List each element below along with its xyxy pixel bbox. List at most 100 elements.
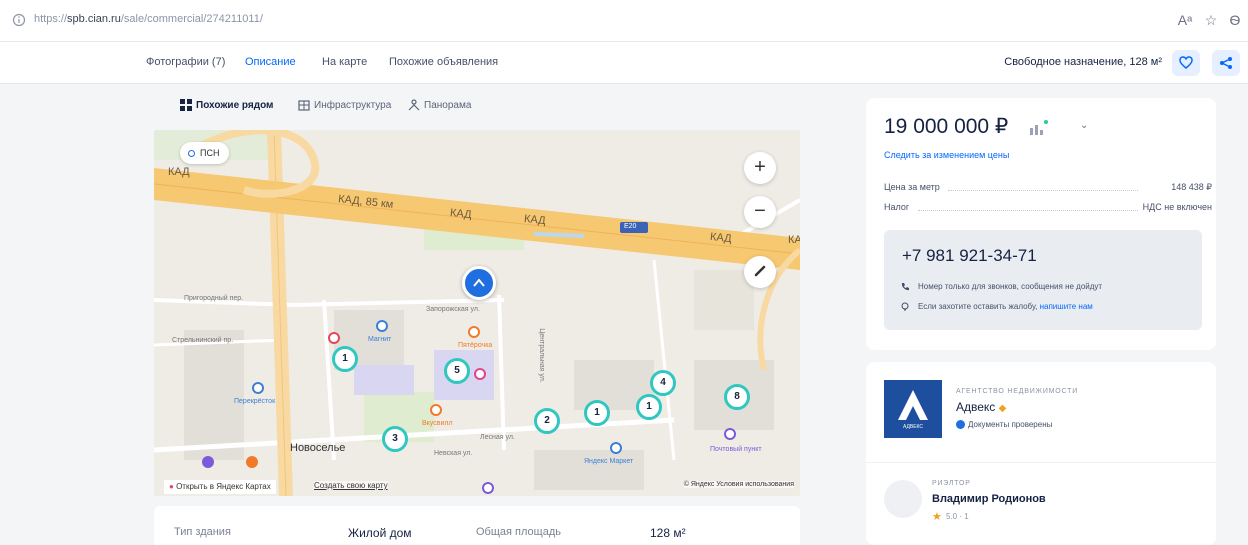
road-label: КАД bbox=[709, 230, 733, 246]
tab-similar[interactable]: Похожие объявления bbox=[389, 56, 498, 68]
shield-icon: ◆ bbox=[998, 403, 1007, 414]
open-in-yandex-link[interactable]: ● Открыть в Яндекс Картах bbox=[164, 480, 276, 494]
radio-icon bbox=[188, 150, 195, 157]
road-label: КАД bbox=[449, 206, 473, 222]
share-icon bbox=[1220, 57, 1232, 69]
lightbulb-icon bbox=[901, 302, 909, 311]
spec-label: Тип здания bbox=[174, 526, 231, 538]
chevron-down-icon[interactable]: ⌄ bbox=[1080, 120, 1088, 131]
agency-logo[interactable]: АДВЕКС bbox=[884, 380, 942, 438]
filter-chip-psn[interactable]: ПСН bbox=[180, 142, 230, 164]
poi-marker[interactable] bbox=[724, 428, 736, 440]
reader-icon[interactable]: Aᵃ bbox=[1176, 11, 1194, 29]
listing-cluster[interactable]: 8 bbox=[724, 384, 750, 410]
tab-description[interactable]: Описание bbox=[245, 56, 296, 68]
realtor-avatar[interactable] bbox=[884, 480, 922, 518]
zoom-out-button[interactable]: − bbox=[744, 196, 776, 228]
listing-cluster[interactable]: 2 bbox=[534, 408, 560, 434]
zoom-in-button[interactable]: + bbox=[744, 152, 776, 184]
write-to-us-link[interactable]: напишите нам bbox=[1040, 302, 1093, 311]
create-own-map-link[interactable]: Создать свою карту bbox=[314, 481, 388, 490]
poi-marker[interactable] bbox=[474, 368, 486, 380]
district-label: Новоселье bbox=[290, 442, 346, 454]
open-in-yandex-label: Открыть в Яндекс Картах bbox=[176, 482, 271, 491]
map-pin-icon: ● bbox=[169, 482, 174, 491]
calls-only-note: Номер только для звонков, сообщения не д… bbox=[918, 282, 1103, 291]
map-base bbox=[154, 130, 800, 496]
grid-icon bbox=[180, 99, 192, 111]
agency-name-text: Адвекс bbox=[956, 400, 996, 414]
listing-cluster[interactable]: 1 bbox=[584, 400, 610, 426]
favorite-button[interactable] bbox=[1172, 50, 1200, 76]
poi-marker[interactable] bbox=[468, 326, 480, 338]
road-label: КАД bbox=[788, 234, 800, 246]
poi-marker[interactable] bbox=[328, 332, 340, 344]
building-specs: Тип здания Жилой дом Общая площадь 128 м… bbox=[154, 506, 800, 545]
poi-marker[interactable] bbox=[252, 382, 264, 394]
layer-panorama[interactable]: Панорама bbox=[424, 100, 471, 111]
poi-marker[interactable] bbox=[246, 456, 258, 468]
map-terms-link[interactable]: © Яндекс Условия использования bbox=[683, 481, 794, 488]
follow-price-link[interactable]: Следить за изменением цены bbox=[884, 150, 1009, 160]
ruler-button[interactable] bbox=[744, 256, 776, 288]
street-label: Запорожская ул. bbox=[426, 306, 480, 313]
realtor-rating: 5.0 · 1 bbox=[946, 512, 969, 521]
row-label: Цена за метр bbox=[884, 182, 940, 192]
poi-label: Вкусвилл bbox=[422, 420, 453, 427]
price-history-icon[interactable] bbox=[1028, 120, 1048, 136]
row-label: Налог bbox=[884, 202, 910, 212]
listing-cluster[interactable]: 1 bbox=[636, 394, 662, 420]
agency-name[interactable]: Адвекс ◆ bbox=[956, 400, 1006, 414]
filter-chip-label: ПСН bbox=[200, 148, 220, 158]
tab-photos[interactable]: Фотографии (7) bbox=[146, 56, 225, 68]
poi-marker[interactable] bbox=[430, 404, 442, 416]
listing-cluster[interactable]: 3 bbox=[382, 426, 408, 452]
listing-cluster[interactable]: 5 bbox=[444, 358, 470, 384]
street-label: Стрельнинский пр. bbox=[172, 337, 234, 344]
poi-label: Пятёрочка bbox=[458, 342, 493, 349]
favorite-star-icon[interactable]: ☆ bbox=[1202, 11, 1220, 29]
row-value: 148 438 ₽ bbox=[1171, 182, 1212, 192]
price-card: 19 000 000 ₽ ⌄ Следить за изменением цен… bbox=[866, 98, 1216, 350]
agent-card: АДВЕКС АГЕНТСТВО НЕДВИЖИМОСТИ Адвекс ◆ Д… bbox=[866, 362, 1216, 545]
url-path: /sale/commercial/274211011/ bbox=[120, 13, 263, 25]
spec-label: Общая площадь bbox=[476, 526, 561, 538]
realtor-name[interactable]: Владимир Родионов bbox=[932, 493, 1046, 505]
url-host: spb.cian.ru bbox=[67, 13, 121, 25]
complaint-note: Если захотите оставить жалобу, напишите … bbox=[918, 302, 1093, 311]
panorama-icon bbox=[408, 99, 420, 111]
url-field[interactable]: https://spb.cian.ru/sale/commercial/2742… bbox=[34, 13, 263, 25]
listing-summary: Свободное назначение, 128 м² bbox=[1004, 56, 1162, 68]
road-shield: Е20 bbox=[624, 223, 637, 230]
heart-icon bbox=[1179, 56, 1193, 69]
listing-nav: Фотографии (7) Описание На карте Похожие… bbox=[0, 42, 1248, 84]
poi-marker[interactable] bbox=[376, 320, 388, 332]
map-footer: ● Открыть в Яндекс Картах Создать свою к… bbox=[154, 478, 800, 496]
street-label: Невская ул. bbox=[434, 450, 473, 457]
price-per-meter-row: Цена за метр 148 438 ₽ bbox=[884, 182, 1212, 192]
listing-cluster[interactable]: 1 bbox=[332, 346, 358, 372]
poi-marker[interactable] bbox=[610, 442, 622, 454]
listing-location-pin[interactable] bbox=[462, 266, 496, 300]
poi-label: Почтовый пункт bbox=[710, 446, 762, 453]
building-icon bbox=[298, 100, 310, 111]
realtor-type: РИЭЛТОР bbox=[932, 480, 971, 487]
layer-infrastructure[interactable]: Инфраструктура bbox=[314, 100, 391, 111]
share-button[interactable] bbox=[1212, 50, 1240, 76]
page-info-icon[interactable] bbox=[12, 13, 26, 27]
listing-cluster[interactable]: 4 bbox=[650, 370, 676, 396]
layer-similar-nearby[interactable]: Похожие рядом bbox=[196, 100, 273, 111]
divider bbox=[866, 462, 1216, 463]
poi-marker[interactable] bbox=[202, 456, 214, 468]
ruler-icon bbox=[754, 265, 766, 277]
phone-box: +7 981 921-34-71 Номер только для звонко… bbox=[884, 230, 1202, 330]
listing-map[interactable]: КАД КАД, 85 км КАД КАД КАД КАД Е20 Новос… bbox=[154, 130, 800, 496]
browser-profile-icon[interactable]: Ѳ bbox=[1226, 11, 1244, 29]
browser-address-bar: https://spb.cian.ru/sale/commercial/2742… bbox=[0, 0, 1248, 42]
road-label: КАД bbox=[168, 166, 190, 178]
price-value: 19 000 000 ₽ bbox=[884, 115, 1009, 138]
row-value: НДС не включен bbox=[1142, 202, 1212, 212]
location-arrow-icon bbox=[473, 278, 485, 287]
phone-number[interactable]: +7 981 921-34-71 bbox=[902, 246, 1037, 266]
tab-on-map[interactable]: На карте bbox=[322, 56, 367, 68]
